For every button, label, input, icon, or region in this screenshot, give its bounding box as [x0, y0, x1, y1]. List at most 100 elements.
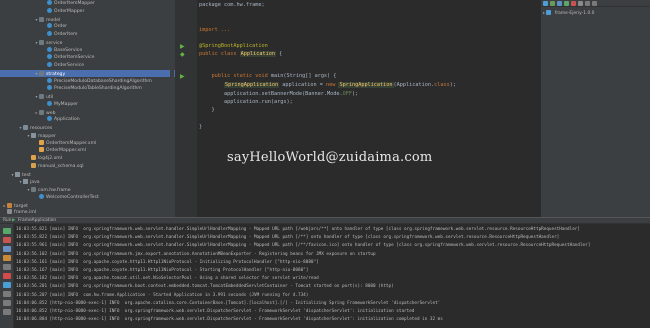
tree-item[interactable]: ▾ service — [0, 39, 175, 47]
console-log-line: 16:03:56.161 [main] INFO org.apache.coyo… — [16, 259, 319, 265]
code-token: } — [199, 107, 215, 113]
tree-item[interactable]: OrderMapper.xml — [0, 147, 175, 155]
skip-tests-icon[interactable] — [578, 1, 583, 6]
tree-item[interactable]: PreciseModuloDatabaseShardingAlgorithm — [0, 77, 175, 86]
code-line: import ... — [199, 27, 230, 33]
tree-item[interactable]: manual_schema.sql — [0, 162, 175, 171]
run-main-gutter-icon[interactable]: ▶ — [180, 73, 185, 80]
xml-file-icon — [31, 155, 36, 160]
tree-item[interactable]: Application — [0, 116, 175, 124]
code-token: package com.hw.frame; — [199, 2, 265, 8]
tree-item-label: model — [46, 17, 61, 23]
code-token: { — [275, 51, 283, 57]
sql-file-icon — [31, 162, 36, 168]
pause-output-icon[interactable] — [3, 255, 11, 261]
tree-item[interactable]: OrderService — [0, 62, 175, 70]
code-token: class — [434, 82, 450, 88]
code-token: Application — [239, 51, 276, 57]
tree-item[interactable]: OrderItemService — [0, 54, 175, 62]
dump-threads-icon[interactable] — [3, 282, 11, 288]
project-tree-scrollbar[interactable] — [170, 0, 174, 217]
code-token: ); — [352, 91, 359, 97]
stop-icon[interactable] — [3, 237, 11, 243]
close-icon[interactable] — [3, 309, 11, 315]
tree-item[interactable]: OrderMapper — [0, 7, 175, 16]
code-token: } — [199, 124, 203, 130]
tree-item[interactable]: ▾ resources — [0, 124, 175, 132]
code-line: application.setBannerMode(Banner.Mode.OF… — [199, 91, 358, 97]
code-editor[interactable]: package com.hw.frame; import ... @SpringBo… — [197, 0, 540, 217]
tree-item-label: util — [46, 95, 54, 100]
folder-icon — [23, 179, 28, 185]
code-token: public class — [199, 51, 240, 57]
add-icon[interactable] — [550, 1, 555, 6]
scroll-to-end-icon[interactable] — [3, 264, 11, 270]
tree-item[interactable]: Order — [0, 23, 175, 31]
console-log-line: 16:03:56.207 [main] INFO com.hw.frame.Ap… — [16, 292, 309, 298]
tree-item[interactable]: ▾ com.hw.frame — [0, 186, 175, 194]
class-icon — [47, 7, 52, 13]
pin-tab-icon[interactable] — [3, 300, 11, 306]
code-line: package com.hw.frame; — [199, 2, 265, 8]
class-icon — [47, 77, 52, 83]
console-log-line: 16:03:56.182 [main] INFO org.apache.tomc… — [16, 276, 319, 282]
tree-item-label: target — [14, 203, 28, 209]
refresh-icon[interactable] — [543, 1, 548, 6]
tree-item-label: OrderItem — [54, 32, 78, 37]
console-log-line: 16:04:06.884 [http-nio-8080-exec-1] INFO… — [16, 317, 443, 323]
tree-item[interactable]: OrderItemMapper.xml — [0, 139, 175, 148]
tree-item[interactable]: ▾ strategy — [0, 69, 175, 78]
class-icon — [47, 31, 52, 36]
collapse-all-icon[interactable] — [585, 1, 590, 6]
tree-item-label: OrderMapper.xml — [46, 148, 86, 154]
tree-item[interactable]: ▸ target — [0, 202, 175, 210]
download-icon[interactable] — [557, 1, 562, 6]
tree-item[interactable]: MyMapper — [0, 100, 175, 109]
maven-project-item[interactable]: ▸ frame-Ejeriy-1.0.0 — [543, 10, 594, 17]
tree-item[interactable]: ▾ java — [0, 178, 175, 186]
restore-layout-icon[interactable] — [3, 246, 11, 252]
run-gutter-icon[interactable]: ▶ — [180, 43, 185, 50]
code-line: } — [199, 124, 202, 130]
tree-item-label: PreciseModuloDatabaseShardingAlgorithm — [54, 78, 152, 84]
spring-bean-gutter-icon[interactable]: ◆ — [180, 51, 185, 58]
tree-item[interactable]: ▾ mapper — [0, 132, 175, 140]
tree-item[interactable]: OrderItem — [0, 31, 175, 39]
maven-projects-panel: ▸ frame-Ejeriy-1.0.0 — [540, 0, 650, 217]
code-token: public static void — [199, 73, 271, 79]
settings-icon[interactable] — [592, 1, 597, 6]
tree-item[interactable]: frame.iml — [0, 209, 175, 217]
tree-item[interactable]: ▸ web — [0, 109, 175, 117]
chevron-right-icon: ▸ — [543, 10, 546, 15]
code-token: @SpringBootApplication — [199, 43, 268, 49]
tree-item-label: OrderService — [54, 63, 85, 68]
tree-item[interactable]: ▾ util — [0, 93, 175, 101]
code-token: main(String[] args) { — [270, 73, 337, 79]
tree-item[interactable]: log4j2.xml — [0, 155, 175, 163]
exit-icon[interactable] — [3, 273, 11, 279]
run-icon[interactable] — [564, 1, 569, 6]
tree-item[interactable]: PreciseModuloTableShardingAlgorithm — [0, 85, 175, 93]
run-console[interactable]: 16:03:55.821 [main] INFO org.springframe… — [14, 224, 650, 328]
class-icon — [47, 100, 52, 106]
package-icon — [39, 39, 44, 45]
tree-item-label: OrderMapper — [54, 8, 85, 14]
rerun-icon[interactable] — [3, 228, 11, 234]
package-icon — [39, 70, 44, 76]
xml-file-icon — [39, 147, 44, 153]
package-icon — [39, 16, 44, 22]
tree-item[interactable]: ▾ test — [0, 171, 175, 179]
tree-item[interactable]: OrderItemMapper — [0, 0, 175, 8]
tree-item-label: mapper — [38, 133, 56, 139]
tree-item-label: OrderItemService — [54, 55, 95, 61]
console-log-line: 16:03:56.102 [main] INFO org.springframe… — [16, 251, 376, 257]
toggle-offline-icon[interactable] — [571, 1, 576, 6]
xml-file-icon — [39, 139, 44, 145]
console-log-line: 16:03:55.822 [main] INFO org.springframe… — [16, 235, 560, 241]
settings-icon[interactable] — [3, 291, 11, 297]
tree-item[interactable]: BaseService — [0, 46, 175, 55]
tree-item[interactable]: WelcomeControllerTest — [0, 193, 175, 202]
tree-item[interactable]: ▾ model — [0, 16, 175, 24]
tree-item-label: Application — [54, 117, 80, 123]
